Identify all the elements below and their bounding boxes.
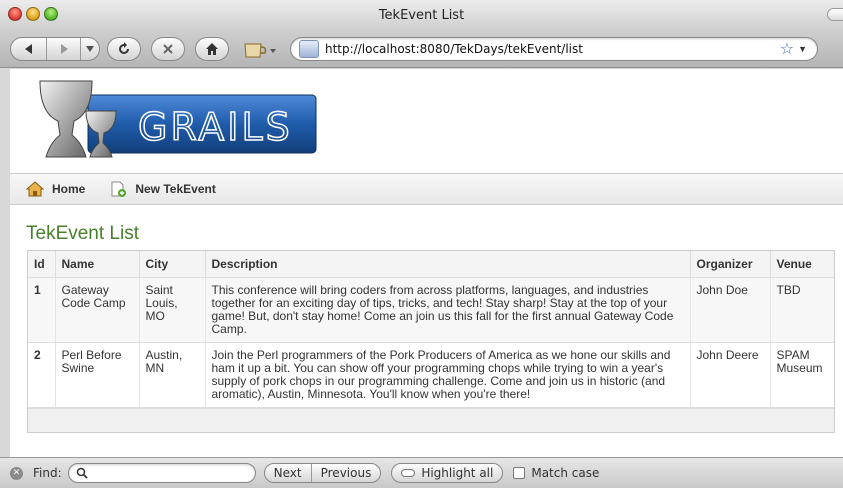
column-header-description[interactable]: Description (205, 251, 691, 278)
forward-arrow-icon (60, 44, 68, 54)
reload-button[interactable] (107, 37, 141, 61)
nav-new-tekevent-link[interactable]: New TekEvent (109, 181, 216, 197)
highlight-all-button[interactable]: Highlight all (391, 463, 504, 483)
forward-button[interactable] (46, 38, 80, 60)
url-dropdown-icon[interactable]: ▼ (798, 44, 807, 54)
tekevent-table: Id Name City Description Organizer Venue… (27, 250, 835, 433)
home-icon (206, 43, 218, 55)
coffee-mug-icon[interactable] (243, 41, 279, 59)
toolbar-toggle-button[interactable] (827, 8, 843, 21)
site-favicon-icon (299, 40, 319, 58)
match-case-checkbox[interactable] (513, 467, 526, 479)
bookmark-star-icon[interactable]: ☆ (780, 39, 794, 59)
house-icon (26, 181, 44, 197)
back-forward-group (10, 37, 100, 61)
cell-city: Saint Louis, MO (139, 277, 206, 343)
find-nav-buttons: Next Previous (263, 463, 382, 483)
cell-organizer: John Doe (690, 277, 771, 343)
cell-id-link[interactable]: 2 (28, 342, 56, 408)
column-header-city[interactable]: City (139, 251, 206, 278)
logo-header: GRAILS (10, 69, 843, 174)
column-header-organizer[interactable]: Organizer (690, 251, 771, 278)
cell-description: This conference will bring coders from a… (205, 277, 691, 343)
page-nav: Home New TekEvent (10, 173, 843, 205)
find-input[interactable] (67, 463, 256, 483)
logo-text: GRAILS (138, 105, 293, 149)
column-header-name[interactable]: Name (55, 251, 140, 278)
nav-home-link[interactable]: Home (26, 181, 85, 197)
find-bar: ✕ Find: Next Previous Highlight all Matc… (0, 457, 843, 488)
column-header-id[interactable]: Id (28, 251, 56, 278)
search-icon (76, 467, 88, 479)
cell-description: Join the Perl programmers of the Pork Pr… (205, 342, 691, 408)
stop-x-icon (163, 44, 173, 54)
cell-venue: SPAM Museum (770, 342, 834, 408)
reload-icon (119, 42, 129, 54)
stop-button[interactable] (151, 37, 185, 61)
cell-name: Perl Before Swine (55, 342, 140, 408)
table-row: 1 Gateway Code Camp Saint Louis, MO This… (28, 277, 834, 343)
back-arrow-icon (25, 44, 32, 54)
pagination-bar (28, 408, 834, 432)
window-title: TekEvent List (378, 8, 465, 23)
new-document-icon (111, 181, 127, 197)
find-next-button[interactable]: Next (265, 464, 311, 482)
page-title: TekEvent List (26, 223, 139, 244)
cell-city: Austin, MN (139, 342, 206, 408)
column-header-venue[interactable]: Venue (770, 251, 834, 278)
highlight-all-label: Highlight all (421, 466, 494, 480)
back-button[interactable] (12, 38, 46, 60)
table-header-row: Id Name City Description Organizer Venue (28, 251, 834, 278)
chevron-down-icon (85, 46, 94, 52)
grails-logo[interactable]: GRAILS (30, 73, 320, 168)
window-titlebar: TekEvent List (0, 0, 843, 30)
address-bar[interactable]: http://localhost:8080/TekDays/tekEvent/l… (290, 37, 818, 61)
cell-name: Gateway Code Camp (55, 277, 140, 343)
page-content: GRAILS Home New TekEvent TekEvent List I… (10, 69, 843, 457)
find-label: Find: (33, 466, 62, 480)
match-case-label[interactable]: Match case (531, 466, 599, 480)
browser-toolbar: http://localhost:8080/TekDays/tekEvent/l… (0, 30, 843, 68)
url-text: http://localhost:8080/TekDays/tekEvent/l… (325, 42, 583, 56)
nav-home-label: Home (52, 182, 86, 196)
find-previous-button[interactable]: Previous (310, 464, 381, 482)
cell-id-link[interactable]: 1 (28, 277, 56, 343)
nav-new-tekevent-label: New TekEvent (135, 182, 216, 196)
table-row: 2 Perl Before Swine Austin, MN Join the … (28, 342, 834, 408)
highlight-oval-icon (401, 469, 416, 477)
cell-venue: TBD (770, 277, 834, 343)
home-button[interactable] (195, 37, 229, 61)
history-dropdown-button[interactable] (80, 38, 98, 60)
cell-organizer: John Deere (690, 342, 771, 408)
close-find-bar-icon[interactable]: ✕ (10, 466, 23, 480)
